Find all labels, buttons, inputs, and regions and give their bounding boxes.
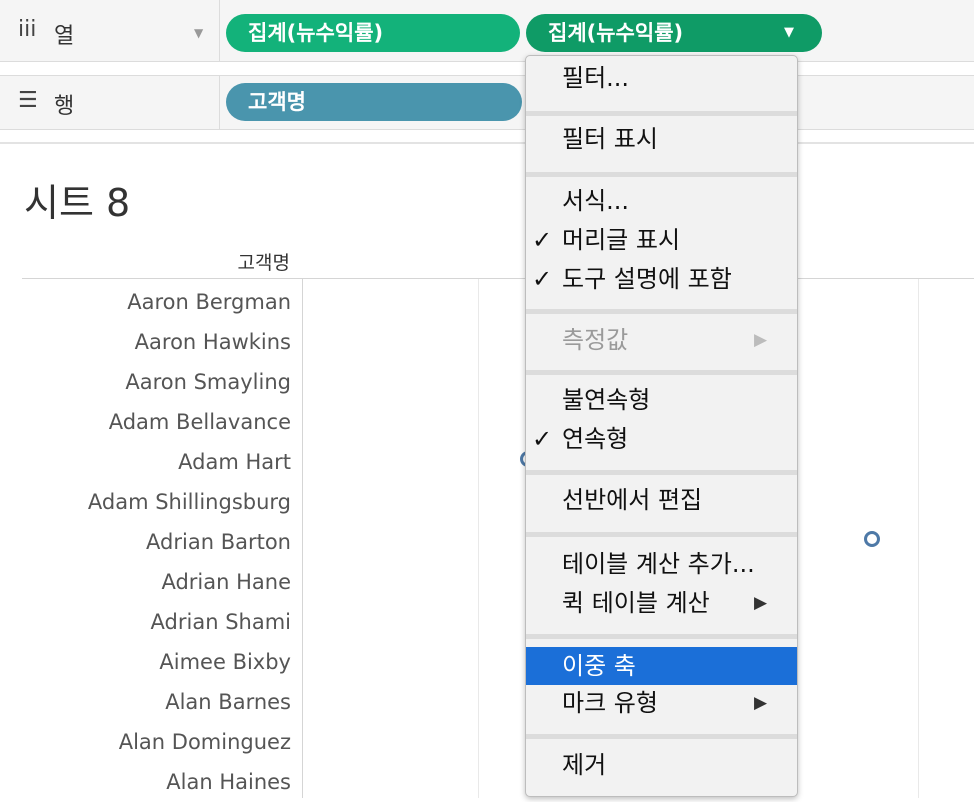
row-label[interactable]: Adam Bellavance — [0, 402, 291, 442]
header-divider — [22, 278, 974, 279]
column-pill-measure-1[interactable]: 집계(뉴수익률) — [226, 14, 520, 52]
row-label[interactable]: Adam Hart — [0, 442, 291, 482]
row-label[interactable]: Aaron Bergman — [0, 282, 291, 322]
gridline — [918, 279, 919, 798]
chevron-down-icon[interactable]: ▼ — [194, 26, 203, 40]
submenu-arrow-icon: ▶ — [754, 330, 768, 350]
menu-item-label: 퀵 테이블 계산 — [562, 589, 710, 617]
pill-context-menu: 필터... 필터 표시 서식... ✓ 머리글 표시 ✓ 도구 설명에 포함 측… — [525, 55, 798, 797]
menu-item-label: 측정값 — [562, 326, 629, 354]
row-label[interactable]: Alan Barnes — [0, 682, 291, 722]
row-label[interactable]: Alan Haines — [0, 762, 291, 802]
menu-item-label: 제거 — [562, 751, 607, 779]
sheet-title: 시트 8 — [24, 181, 131, 225]
menu-item-filter[interactable]: 필터... — [526, 59, 797, 97]
menu-item-edit-on-shelf[interactable]: 선반에서 편집 — [526, 481, 797, 519]
menu-separator — [526, 309, 797, 314]
pill-label: 집계(뉴수익률) — [248, 21, 384, 45]
axis-divider — [302, 279, 303, 798]
menu-item-discrete[interactable]: 불연속형 — [526, 381, 797, 419]
data-mark[interactable] — [864, 531, 880, 547]
pill-label: 집계(뉴수익률) — [548, 21, 684, 45]
row-header-label[interactable]: 고객명 — [0, 248, 290, 275]
submenu-arrow-icon: ▶ — [754, 693, 768, 713]
worksheet: 시트 8 고객명 Aaron Bergman Aaron Hawkins Aar… — [0, 142, 974, 798]
menu-item-label: 필터... — [562, 64, 630, 92]
menu-item-include-in-tooltip[interactable]: ✓ 도구 설명에 포함 — [526, 260, 797, 298]
menu-item-label: 불연속형 — [562, 386, 651, 414]
menu-item-label: 머리글 표시 — [562, 226, 681, 254]
menu-item-mark-type[interactable]: 마크 유형 ▶ — [526, 684, 797, 722]
menu-item-label: 연속형 — [562, 425, 629, 453]
column-pill-measure-2[interactable]: 집계(뉴수익률) ▼ — [526, 14, 822, 52]
menu-item-quick-table-calc[interactable]: 퀵 테이블 계산 ▶ — [526, 584, 797, 622]
menu-item-label: 선반에서 편집 — [562, 486, 703, 514]
menu-item-label: 서식... — [562, 187, 630, 215]
columns-shelf-label: 열 — [54, 24, 75, 49]
row-label[interactable]: Aimee Bixby — [0, 642, 291, 682]
menu-separator — [526, 634, 797, 639]
row-pill-dimension[interactable]: 고객명 — [226, 83, 522, 121]
submenu-arrow-icon: ▶ — [754, 593, 768, 613]
menu-separator — [526, 532, 797, 537]
columns-shelf-label-area: iii 열 ▼ — [0, 0, 220, 61]
menu-separator — [526, 370, 797, 375]
row-label[interactable]: Adrian Hane — [0, 562, 291, 602]
menu-separator — [526, 172, 797, 177]
menu-separator — [526, 111, 797, 116]
menu-item-label: 도구 설명에 포함 — [562, 265, 732, 293]
pill-label: 고객명 — [248, 90, 306, 114]
menu-separator — [526, 734, 797, 739]
menu-item-measure: 측정값 ▶ — [526, 321, 797, 359]
rows-shelf: ☰ 행 고객명 — [0, 75, 974, 130]
row-label[interactable]: Aaron Hawkins — [0, 322, 291, 362]
checkmark-icon: ✓ — [532, 265, 553, 293]
menu-item-label: 이중 축 — [562, 652, 636, 680]
row-label[interactable]: Adrian Shami — [0, 602, 291, 642]
row-label[interactable]: Adam Shillingsburg — [0, 482, 291, 522]
row-label[interactable]: Adrian Barton — [0, 522, 291, 562]
menu-item-show-filter[interactable]: 필터 표시 — [526, 120, 797, 158]
menu-item-label: 마크 유형 — [562, 689, 658, 717]
rows-shelf-label: 행 — [54, 94, 75, 119]
menu-separator — [526, 470, 797, 475]
menu-item-label: 테이블 계산 추가... — [562, 550, 755, 578]
row-label[interactable]: Aaron Smayling — [0, 362, 291, 402]
row-label[interactable]: Alan Dominguez — [0, 722, 291, 762]
pill-dropdown-icon[interactable]: ▼ — [784, 14, 794, 52]
rows-shelf-label-area: ☰ 행 — [0, 76, 220, 129]
menu-item-format[interactable]: 서식... — [526, 182, 797, 220]
menu-item-remove[interactable]: 제거 — [526, 746, 797, 784]
menu-item-show-header[interactable]: ✓ 머리글 표시 — [526, 221, 797, 259]
menu-item-continuous[interactable]: ✓ 연속형 — [526, 420, 797, 458]
menu-item-label: 필터 표시 — [562, 125, 658, 153]
columns-icon: iii — [18, 17, 37, 42]
checkmark-icon: ✓ — [532, 226, 553, 254]
columns-shelf: iii 열 ▼ 집계(뉴수익률) 집계(뉴수익률) ▼ — [0, 0, 974, 62]
gridline — [478, 279, 479, 798]
rows-icon: ☰ — [18, 88, 38, 113]
menu-item-dual-axis[interactable]: 이중 축 — [526, 647, 797, 685]
menu-item-add-table-calc[interactable]: 테이블 계산 추가... — [526, 545, 797, 583]
checkmark-icon: ✓ — [532, 425, 553, 453]
